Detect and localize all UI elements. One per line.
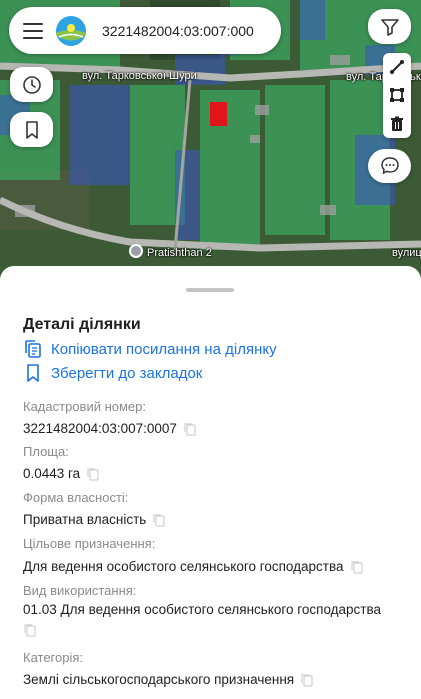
history-button[interactable] xyxy=(10,67,53,102)
bookmark-label: Зберегти до закладок xyxy=(51,364,203,382)
details-sheet: Деталі ділянки Копіювати посилання на ді… xyxy=(0,266,421,699)
copy-icon[interactable] xyxy=(86,467,100,482)
cadastral-number-text: 3221482004:03:007:0007 xyxy=(23,421,177,436)
measure-toolbar xyxy=(383,53,411,138)
cadastral-number-label: Кадастровий номер: xyxy=(23,399,146,414)
filter-button[interactable] xyxy=(368,9,411,44)
chat-button[interactable] xyxy=(368,149,411,183)
details-title: Деталі ділянки xyxy=(23,316,141,333)
purpose-text: Для ведення особистого селянського госпо… xyxy=(23,559,344,574)
purpose-value: Для ведення особистого селянського госпо… xyxy=(23,559,364,575)
area-label: Площа: xyxy=(23,444,69,459)
copy-icon[interactable] xyxy=(183,422,197,437)
cadastral-number-value: 3221482004:03:007:0007 xyxy=(23,421,197,437)
bookmarks-button[interactable] xyxy=(10,112,53,147)
copy-icon[interactable] xyxy=(152,513,166,528)
copy-icon[interactable] xyxy=(350,560,364,575)
poi-pin-icon[interactable] xyxy=(129,244,143,258)
category-label: Категорія: xyxy=(23,650,84,665)
category-text: Землі сільськогосподарського призначення xyxy=(23,672,295,687)
area-value: 0.0443 га xyxy=(23,466,100,482)
road-label: вул. Тарковської Шури xyxy=(82,70,197,82)
copy-link-icon xyxy=(25,340,41,358)
menu-icon[interactable] xyxy=(23,22,43,39)
bookmark-icon xyxy=(27,364,39,382)
ruler-icon[interactable] xyxy=(386,56,408,78)
bookmark-icon xyxy=(25,120,38,139)
app-logo xyxy=(56,15,86,46)
trash-icon[interactable] xyxy=(386,113,408,135)
search-query[interactable]: 3221482004:03:007:000 xyxy=(102,23,254,39)
ownership-value: Приватна власність xyxy=(23,512,166,528)
copy-link-label: Копіювати посилання на ділянку xyxy=(51,340,277,358)
usage-type-value: 01.03 Для ведення особистого селянського… xyxy=(23,602,382,617)
copy-icon[interactable] xyxy=(300,673,314,688)
selected-parcel[interactable] xyxy=(210,102,227,126)
search-bar[interactable]: 3221482004:03:007:000 xyxy=(9,7,281,54)
poi-label: Pratishthan 2 xyxy=(147,247,212,259)
save-bookmark-button[interactable]: Зберегти до закладок xyxy=(23,363,202,383)
ownership-label: Форма власності: xyxy=(23,490,129,505)
area-text: 0.0443 га xyxy=(23,466,81,481)
sheet-handle[interactable] xyxy=(186,288,234,292)
copy-link-button[interactable]: Копіювати посилання на ділянку xyxy=(23,339,277,359)
chat-icon xyxy=(380,157,399,175)
clock-icon xyxy=(22,75,41,94)
usage-type-label: Вид використання: xyxy=(23,583,137,598)
filter-icon xyxy=(380,18,399,36)
ownership-text: Приватна власність xyxy=(23,512,147,527)
copy-icon[interactable] xyxy=(23,623,37,637)
area-icon[interactable] xyxy=(386,84,408,106)
category-value: Землі сільськогосподарського призначення xyxy=(23,672,314,688)
purpose-label: Цільове призначення: xyxy=(23,536,156,551)
road-label: вулиц xyxy=(392,247,421,259)
